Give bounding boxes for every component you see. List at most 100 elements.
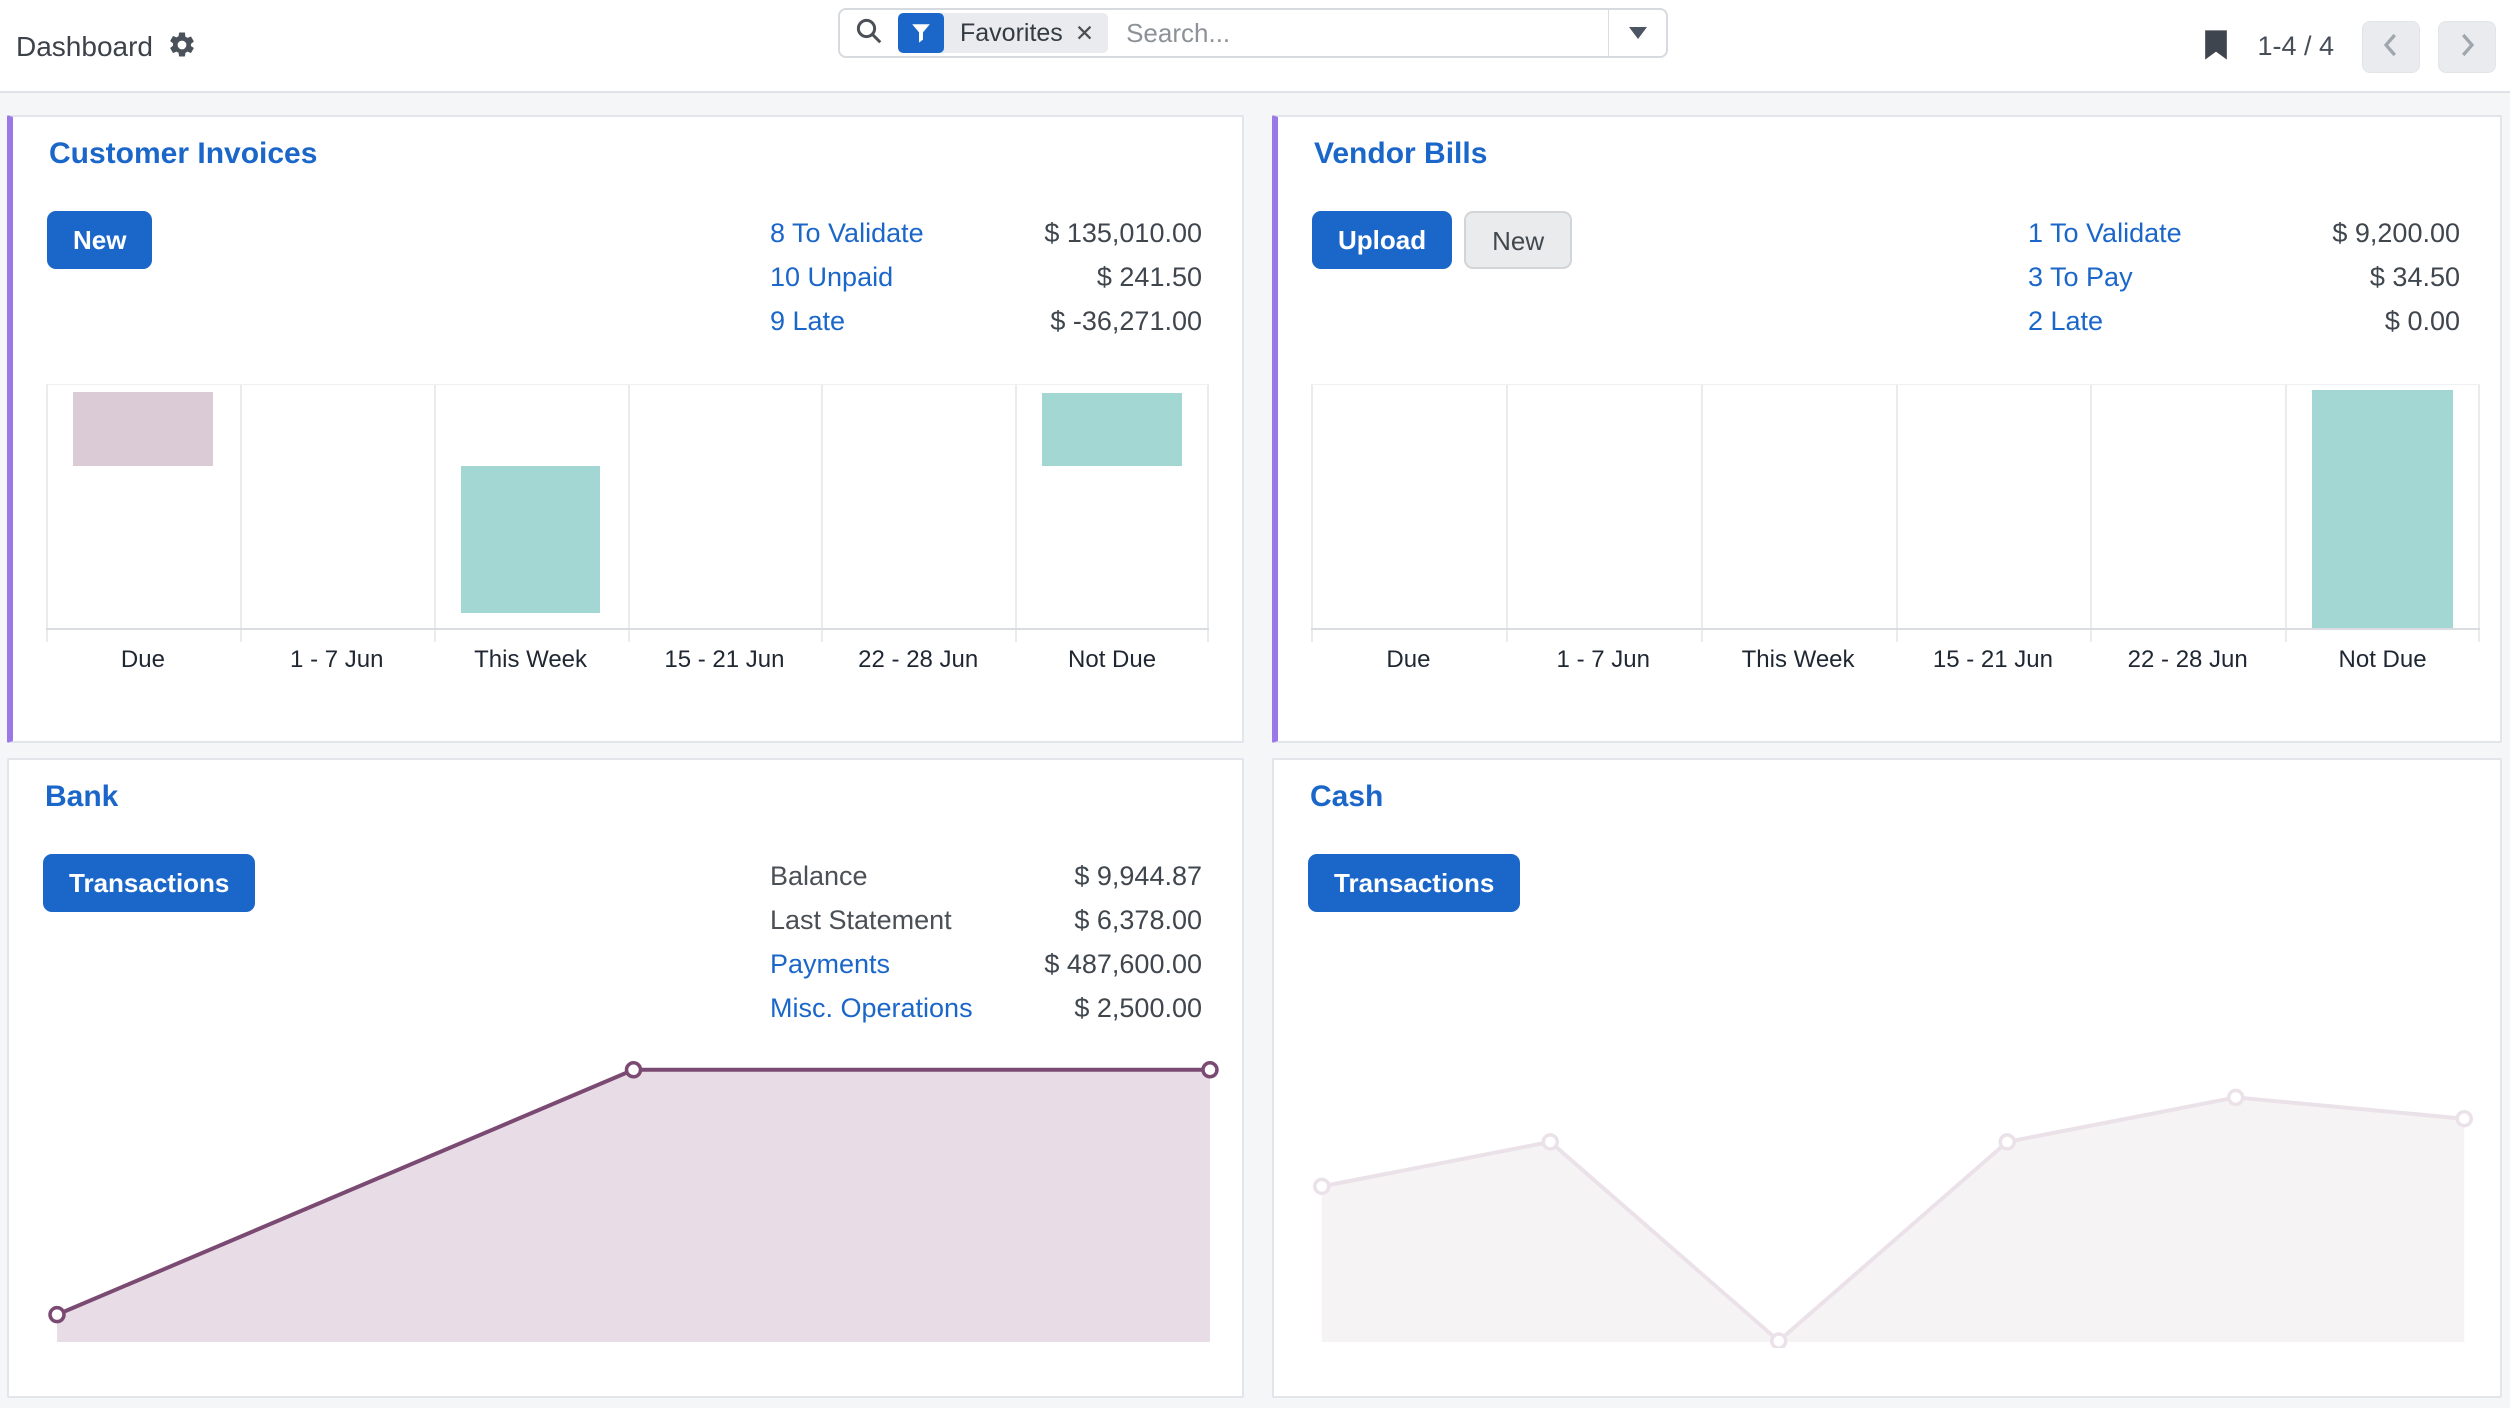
stat-row: Payments $ 487,600.00 <box>770 942 1202 986</box>
bank-stats: Balance $ 9,944.87 Last Statement $ 6,37… <box>770 854 1202 1030</box>
stat-row: Misc. Operations $ 2,500.00 <box>770 986 1202 1030</box>
stat-amount: $ 487,600.00 <box>1044 949 1202 980</box>
gridline <box>240 385 242 642</box>
data-point-marker <box>1203 1063 1217 1077</box>
stat-amount: $ 0.00 <box>2385 306 2460 337</box>
data-point-marker <box>50 1308 64 1322</box>
chart-plot <box>46 384 1209 627</box>
cash-balance-chart[interactable] <box>1298 1032 2488 1348</box>
bank-card: Bank Transactions Balance $ 9,944.87 Las… <box>7 758 1244 1398</box>
area-chart-svg <box>33 1032 1234 1348</box>
search-input[interactable] <box>1124 17 1608 50</box>
axis-tick-label: Due <box>46 646 240 674</box>
data-point-marker <box>2229 1090 2243 1104</box>
bank-title[interactable]: Bank <box>45 780 118 814</box>
data-point-marker <box>1315 1179 1329 1193</box>
bar-this-week[interactable] <box>461 466 601 613</box>
new-invoice-button[interactable]: New <box>47 211 152 269</box>
axis-tick-label: 1 - 7 Jun <box>240 646 434 674</box>
gridline <box>1015 385 1017 642</box>
late-link[interactable]: 2 Late <box>2028 306 2103 337</box>
gridline <box>1896 385 1898 642</box>
upload-bill-button[interactable]: Upload <box>1312 211 1452 269</box>
axis-tick-label: 22 - 28 Jun <box>821 646 1015 674</box>
stat-amount: $ 2,500.00 <box>1074 993 1202 1024</box>
axis-tick-label: 1 - 7 Jun <box>1506 646 1701 674</box>
stat-row: 8 To Validate $ 135,010.00 <box>770 211 1202 255</box>
customer-invoices-chart[interactable]: Due1 - 7 JunThis Week15 - 21 Jun22 - 28 … <box>46 384 1209 696</box>
gridline <box>434 385 436 642</box>
bar-due[interactable] <box>73 392 213 466</box>
unpaid-link[interactable]: 10 Unpaid <box>770 262 893 293</box>
top-bar: Dashboard Favorites ✕ <box>0 0 2510 93</box>
balance-label: Balance <box>770 861 868 892</box>
area-fill <box>57 1070 1210 1342</box>
bank-transactions-button[interactable]: Transactions <box>43 854 255 912</box>
bank-balance-chart[interactable] <box>33 1032 1234 1348</box>
customer-invoices-card: Customer Invoices New 8 To Validate $ 13… <box>7 115 1244 743</box>
cash-title[interactable]: Cash <box>1310 780 1383 814</box>
gridline <box>1311 385 1313 642</box>
misc-operations-link[interactable]: Misc. Operations <box>770 993 973 1024</box>
gear-icon <box>167 30 197 63</box>
chart-x-axis: Due1 - 7 JunThis Week15 - 21 Jun22 - 28 … <box>46 646 1209 674</box>
data-point-marker <box>627 1063 641 1077</box>
vendor-bills-card: Vendor Bills Upload New 1 To Validate $ … <box>1272 115 2502 743</box>
gridline <box>2478 385 2480 642</box>
search-bar: Favorites ✕ <box>838 8 1668 58</box>
pager-next-button[interactable] <box>2438 21 2496 73</box>
late-link[interactable]: 9 Late <box>770 306 845 337</box>
cash-transactions-button[interactable]: Transactions <box>1308 854 1520 912</box>
to-validate-link[interactable]: 1 To Validate <box>2028 218 2182 249</box>
vendor-bills-title[interactable]: Vendor Bills <box>1314 137 1487 171</box>
pager-previous-button[interactable] <box>2362 21 2420 73</box>
axis-tick-label: 22 - 28 Jun <box>2090 646 2285 674</box>
gridline <box>1207 385 1209 642</box>
axis-tick-label: 15 - 21 Jun <box>1895 646 2090 674</box>
gridline <box>628 385 630 642</box>
stat-amount: $ -36,271.00 <box>1050 306 1202 337</box>
gear-button[interactable] <box>167 30 197 63</box>
axis-tick-label: This Week <box>434 646 628 674</box>
search-icon <box>854 16 884 51</box>
x-axis-line <box>46 628 1209 630</box>
vendor-bills-chart[interactable]: Due1 - 7 JunThis Week15 - 21 Jun22 - 28 … <box>1311 384 2480 696</box>
stat-row: 1 To Validate $ 9,200.00 <box>2028 211 2460 255</box>
to-validate-link[interactable]: 8 To Validate <box>770 218 924 249</box>
new-bill-button[interactable]: New <box>1464 211 1572 269</box>
favorites-facet[interactable]: Favorites ✕ <box>898 13 1108 53</box>
pager-controls: 1-4 / 4 <box>2203 0 2496 93</box>
cash-card: Cash Transactions <box>1272 758 2502 1398</box>
bookmark-icon <box>2203 30 2229 64</box>
stat-amount: $ 34.50 <box>2370 262 2460 293</box>
axis-tick-label: 15 - 21 Jun <box>627 646 821 674</box>
gridline <box>2285 385 2287 642</box>
data-point-marker <box>2457 1112 2471 1126</box>
chart-x-axis: Due1 - 7 JunThis Week15 - 21 Jun22 - 28 … <box>1311 646 2480 674</box>
last-statement-label: Last Statement <box>770 905 952 936</box>
stat-row: 9 Late $ -36,271.00 <box>770 299 1202 343</box>
to-pay-link[interactable]: 3 To Pay <box>2028 262 2133 293</box>
stat-row: 10 Unpaid $ 241.50 <box>770 255 1202 299</box>
data-point-marker <box>1772 1334 1786 1348</box>
remove-facet-icon[interactable]: ✕ <box>1073 20 1108 47</box>
chevron-right-icon <box>2454 30 2480 63</box>
bar-not-due[interactable] <box>1042 393 1182 466</box>
stat-row: 2 Late $ 0.00 <box>2028 299 2460 343</box>
customer-invoices-title[interactable]: Customer Invoices <box>49 137 317 171</box>
gridline <box>1701 385 1703 642</box>
area-fill <box>1322 1097 2464 1342</box>
bar-not-due[interactable] <box>2312 390 2452 628</box>
payments-link[interactable]: Payments <box>770 949 890 980</box>
stat-row: Balance $ 9,944.87 <box>770 854 1202 898</box>
axis-tick-label: Due <box>1311 646 1506 674</box>
pager-range: 1-4 / 4 <box>2257 31 2334 62</box>
button-row: Transactions <box>1308 854 1520 912</box>
search-options-toggle[interactable] <box>1608 10 1666 56</box>
gridline <box>2090 385 2092 642</box>
stat-amount: $ 9,944.87 <box>1074 861 1202 892</box>
gridline <box>1506 385 1508 642</box>
bookmark-button[interactable] <box>2203 30 2229 64</box>
button-row: Upload New <box>1312 211 1572 269</box>
button-row: New <box>47 211 152 269</box>
